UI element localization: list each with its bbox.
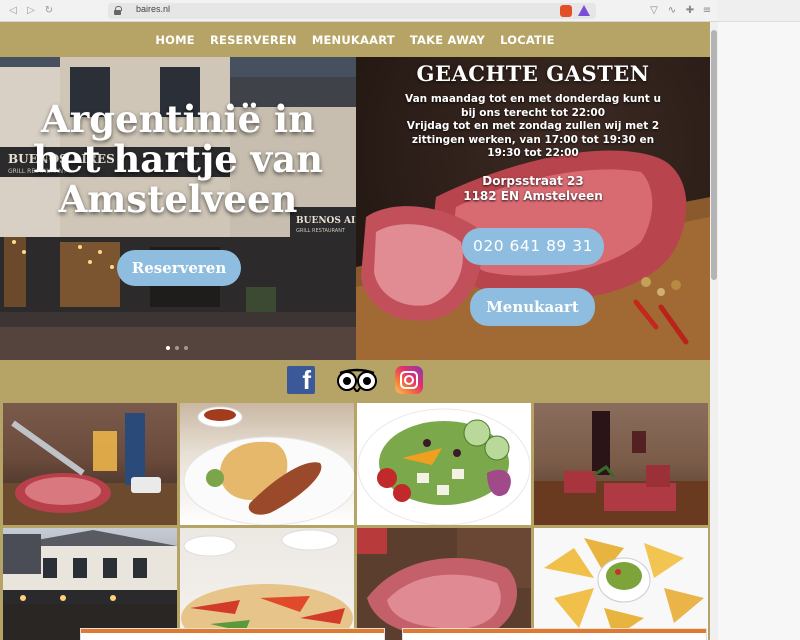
- gallery-photo-nachos[interactable]: [534, 528, 708, 640]
- nav-menukaart[interactable]: MENUKAART: [312, 22, 395, 59]
- instagram-icon[interactable]: [395, 366, 423, 394]
- back-icon[interactable]: ◁: [6, 4, 20, 18]
- gallery-photo-steaks-wine[interactable]: [534, 403, 708, 525]
- page-scrollbar[interactable]: [710, 22, 718, 640]
- menukaart-button[interactable]: Menukaart: [470, 288, 595, 326]
- info-title: GEACHTE GASTEN: [416, 61, 650, 86]
- hours-line: Vrijdag tot en met zondag zullen wij met…: [406, 120, 660, 132]
- background-window-bar: [718, 0, 800, 22]
- background-card: [80, 628, 385, 640]
- phone-button[interactable]: 020 641 89 31: [462, 228, 604, 265]
- address: Dorpsstraat 23 1182 EN Amstelveen: [356, 174, 710, 204]
- browser-window: ◁ ▷ ↻ baires.nl ▽ ∿ ✚ ≡ HOME RESERVEREN …: [0, 0, 718, 640]
- slider-dots: [166, 335, 193, 354]
- hero-slider: BUENOS AIRES GRILL RESTAURANT BUENOS AIR…: [0, 57, 356, 360]
- hours-line: zittingen werken, van 17:00 tot 19:30 en: [411, 133, 655, 146]
- info-panel: GEACHTE GASTEN Van maandag tot en met do…: [356, 57, 710, 360]
- lock-icon: [114, 6, 122, 15]
- sign-right-sub: GRILL RESTAURANT: [296, 228, 346, 234]
- extension-icon[interactable]: ∿: [666, 5, 678, 17]
- reserveren-button[interactable]: Reserveren: [117, 250, 241, 286]
- background-card: [402, 628, 707, 640]
- address-city: 1182 EN Amstelveen: [463, 189, 603, 203]
- rewards-icon[interactable]: [578, 5, 590, 16]
- address-bar[interactable]: baires.nl: [108, 3, 596, 19]
- vpn-icon[interactable]: ▽: [648, 5, 660, 17]
- opening-hours-text: Van maandag tot en met donderdag kunt u …: [356, 93, 710, 161]
- social-bar: f: [0, 360, 710, 400]
- menu-icon[interactable]: ≡: [701, 5, 713, 17]
- facebook-icon[interactable]: f: [287, 365, 315, 395]
- hours-line: Van maandag tot en met donderdag kunt u: [405, 93, 661, 105]
- hero-title-line: Amstelveen: [58, 177, 298, 221]
- facebook-letter: f: [302, 365, 311, 395]
- browser-toolbar: ◁ ▷ ↻ baires.nl ▽ ∿ ✚ ≡: [0, 0, 718, 22]
- nav-home[interactable]: HOME: [155, 22, 195, 59]
- tripadvisor-icon[interactable]: [336, 368, 378, 392]
- hours-line: bij ons terecht tot 22:00: [460, 106, 606, 119]
- background-window: [718, 0, 800, 640]
- gallery-photo-sausage-empanada[interactable]: [180, 403, 354, 525]
- puzzle-icon[interactable]: ✚: [684, 5, 696, 17]
- reload-icon[interactable]: ↻: [42, 4, 56, 18]
- nav-take-away[interactable]: TAKE AWAY: [410, 22, 485, 59]
- gallery-photo-steak-beer[interactable]: [3, 403, 177, 525]
- gallery-photo-paella[interactable]: [180, 528, 354, 640]
- hero-title-line: Argentinië in: [41, 97, 315, 141]
- slider-dot[interactable]: [184, 346, 188, 350]
- hero-title: Argentinië in het hartje van Amstelveen: [0, 99, 356, 219]
- slider-dot[interactable]: [175, 346, 179, 350]
- nav-reserveren[interactable]: RESERVEREN: [210, 22, 297, 59]
- url-text: baires.nl: [136, 4, 171, 14]
- gallery-photo-salad[interactable]: [357, 403, 531, 525]
- scrollbar-thumb[interactable]: [711, 30, 717, 280]
- gallery-photo-restaurant-exterior[interactable]: [3, 528, 177, 640]
- gallery-photo-sliced-steak[interactable]: [357, 528, 531, 640]
- nav-locatie[interactable]: LOCATIE: [500, 22, 555, 59]
- slider-dot[interactable]: [166, 346, 170, 350]
- brave-shield-icon[interactable]: [560, 5, 572, 17]
- hours-line: 19:30 tot 22:00: [487, 147, 579, 159]
- web-page: HOME RESERVEREN MENUKAART TAKE AWAY LOCA…: [0, 22, 710, 640]
- address-street: Dorpsstraat 23: [482, 174, 584, 188]
- photo-gallery: [0, 400, 710, 640]
- main-nav: HOME RESERVEREN MENUKAART TAKE AWAY LOCA…: [0, 22, 710, 57]
- forward-icon[interactable]: ▷: [24, 4, 38, 18]
- hero-title-line: het hartje van: [32, 137, 324, 181]
